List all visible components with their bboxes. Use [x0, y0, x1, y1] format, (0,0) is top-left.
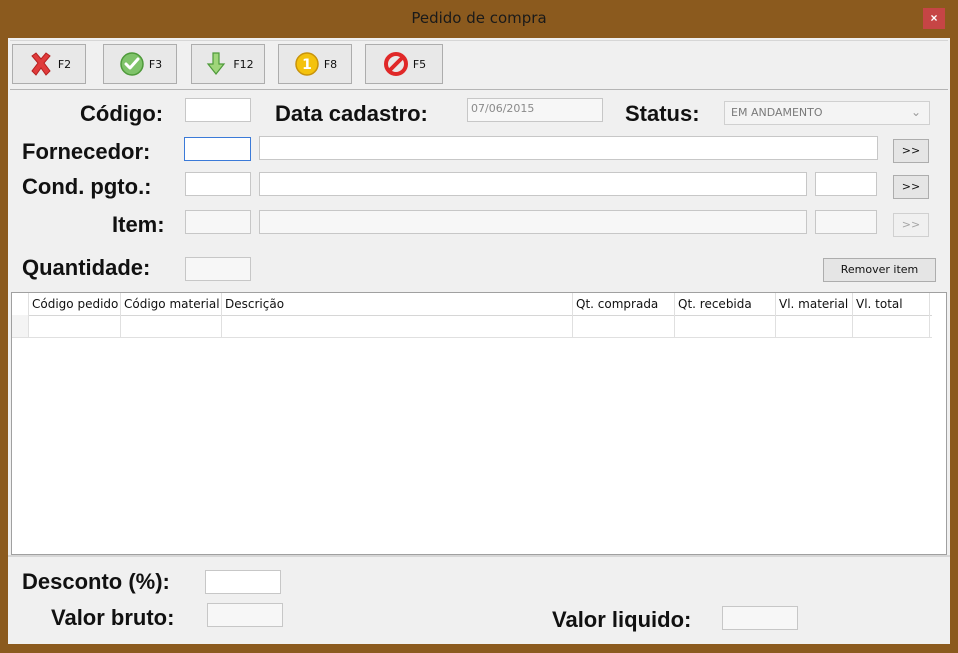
data-cadastro-label: Data cadastro: — [275, 101, 428, 126]
grid-row-header-cell — [12, 293, 29, 315]
table-cell[interactable] — [29, 315, 121, 337]
column-header[interactable]: Descrição — [222, 293, 573, 315]
close-button[interactable]: × — [923, 8, 945, 29]
confirm-button[interactable]: F3 — [103, 44, 177, 84]
valor-liquido-label: Valor liquido: — [552, 607, 692, 632]
fornecedor-code-input[interactable] — [184, 137, 251, 161]
confirm-check-icon — [120, 52, 144, 76]
desconto-input[interactable] — [205, 570, 281, 594]
column-header[interactable]: Qt. recebida — [675, 293, 776, 315]
info-button[interactable]: 1 F8 — [278, 44, 352, 84]
column-header[interactable]: Código pedido — [29, 293, 121, 315]
table-cell[interactable] — [853, 315, 930, 337]
window: Pedido de compra × F2 F3 F12 1 F8 F5 Cód… — [0, 0, 958, 653]
table-cell[interactable] — [121, 315, 222, 337]
confirm-key-label: F3 — [148, 57, 163, 71]
column-header[interactable]: Vl. total — [853, 293, 930, 315]
cond-pgto-code-input[interactable] — [185, 172, 251, 196]
codigo-input[interactable] — [185, 98, 251, 122]
codigo-label: Código: — [80, 101, 164, 126]
client-area: F2 F3 F12 1 F8 F5 Código: Data cadastro:… — [8, 38, 950, 644]
title-bar[interactable]: Pedido de compra × — [0, 0, 958, 37]
cancel-key-label: F2 — [57, 57, 72, 71]
quantidade-label: Quantidade: — [22, 255, 151, 280]
down-arrow-icon — [207, 52, 226, 75]
item-extra-input[interactable] — [815, 210, 877, 234]
save-down-key-label: F12 — [233, 57, 254, 71]
cond-pgto-lookup-button[interactable]: >> — [893, 175, 929, 199]
item-name-input[interactable] — [259, 210, 807, 234]
forbidden-icon — [383, 52, 408, 76]
item-label: Item: — [112, 212, 165, 237]
valor-bruto-input[interactable] — [207, 603, 283, 627]
forbidden-button[interactable]: F5 — [365, 44, 443, 84]
chevron-down-icon: ⌄ — [910, 105, 921, 119]
quantidade-input[interactable] — [185, 257, 251, 281]
column-header[interactable]: Código material — [121, 293, 222, 315]
grid-header: Código pedido Código material Descrição … — [12, 293, 932, 316]
cond-pgto-label: Cond. pgto.: — [22, 174, 152, 199]
info-coin-icon: 1 — [295, 52, 319, 76]
forbidden-key-label: F5 — [412, 57, 427, 71]
toolbar: F2 F3 F12 1 F8 F5 — [10, 40, 948, 90]
valor-liquido-input[interactable] — [722, 606, 798, 630]
window-title: Pedido de compra — [411, 9, 547, 27]
desconto-label: Desconto (%): — [22, 569, 170, 594]
info-key-label: F8 — [323, 57, 338, 71]
table-cell[interactable] — [776, 315, 853, 337]
cond-pgto-name-input[interactable] — [259, 172, 807, 196]
valor-bruto-label: Valor bruto: — [51, 605, 175, 630]
column-header[interactable]: Qt. comprada — [573, 293, 675, 315]
column-header[interactable]: Vl. material — [776, 293, 853, 315]
cancel-x-icon — [31, 52, 51, 76]
table-cell[interactable] — [675, 315, 776, 337]
status-label: Status: — [625, 101, 700, 126]
cond-pgto-extra-input[interactable] — [815, 172, 877, 196]
items-grid[interactable]: Código pedido Código material Descrição … — [11, 292, 947, 555]
table-cell[interactable] — [222, 315, 573, 337]
save-down-button[interactable]: F12 — [191, 44, 265, 84]
remover-item-button[interactable]: Remover item — [823, 258, 936, 282]
fornecedor-lookup-button[interactable]: >> — [893, 139, 929, 163]
item-code-input[interactable] — [185, 210, 251, 234]
table-cell[interactable] — [573, 315, 675, 337]
status-value: EM ANDAMENTO — [731, 106, 823, 119]
fornecedor-label: Fornecedor: — [22, 139, 151, 164]
svg-text:1: 1 — [302, 57, 312, 73]
table-row[interactable] — [12, 315, 932, 338]
fornecedor-name-input[interactable] — [259, 136, 878, 160]
row-header-cell[interactable] — [12, 315, 29, 337]
divider — [8, 555, 950, 557]
item-lookup-button[interactable]: >> — [893, 213, 929, 237]
cancel-button[interactable]: F2 — [12, 44, 86, 84]
status-select[interactable]: EM ANDAMENTO ⌄ — [724, 101, 930, 125]
data-cadastro-input[interactable]: 07/06/2015 — [467, 98, 603, 122]
